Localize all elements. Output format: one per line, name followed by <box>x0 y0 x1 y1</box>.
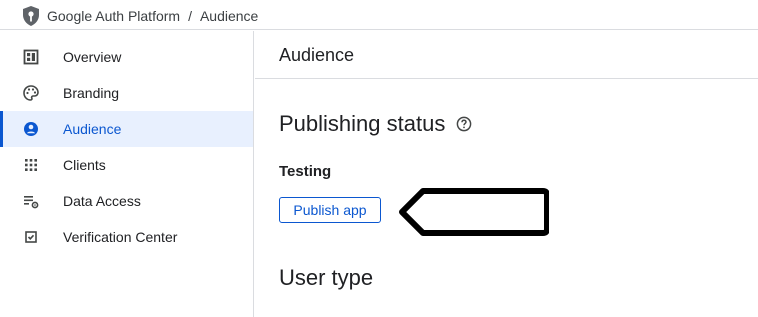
sidebar-item-label: Branding <box>63 85 120 101</box>
breadcrumb-app[interactable]: Google Auth Platform <box>47 8 180 24</box>
breadcrumb: Google Auth Platform / Audience <box>47 8 258 24</box>
main-content: Audience Publishing status Testing Publi… <box>255 31 758 317</box>
annotation-arrow <box>399 188 549 236</box>
sidebar-item-overview[interactable]: Overview <box>0 39 253 75</box>
user-type-title: User type <box>279 265 374 290</box>
sidebar-item-verification-center[interactable]: Verification Center <box>0 219 253 255</box>
help-icon[interactable] <box>456 116 472 132</box>
sidebar-item-label: Verification Center <box>63 229 178 245</box>
sidebar-item-data-access[interactable]: Data Access <box>0 183 253 219</box>
checkbox-icon <box>25 231 37 243</box>
shield-key-icon <box>23 6 39 26</box>
publish-app-button[interactable]: Publish app <box>279 197 381 223</box>
sidebar-item-label: Overview <box>63 49 122 65</box>
person-icon <box>24 122 38 136</box>
sidebar-item-label: Clients <box>63 157 106 173</box>
top-bar: Google Auth Platform / Audience <box>0 0 758 30</box>
breadcrumb-page: Audience <box>199 8 259 24</box>
page-title: Audience <box>279 45 355 65</box>
data-settings-icon <box>24 196 39 209</box>
main-header: Audience <box>255 31 758 79</box>
palette-icon <box>23 85 39 101</box>
sidebar: Overview Branding Audience Clients Data … <box>0 31 254 317</box>
dashboard-icon <box>23 49 39 65</box>
publishing-status-title: Publishing status <box>279 111 446 136</box>
sidebar-item-branding[interactable]: Branding <box>0 75 253 111</box>
sidebar-item-audience[interactable]: Audience <box>0 111 253 147</box>
active-indicator <box>0 111 3 147</box>
breadcrumb-separator: / <box>188 8 192 24</box>
apps-grid-icon <box>25 159 37 171</box>
sidebar-item-label: Audience <box>63 121 122 137</box>
publishing-status-value: Testing <box>279 163 332 180</box>
sidebar-item-clients[interactable]: Clients <box>0 147 253 183</box>
sidebar-item-label: Data Access <box>63 193 141 209</box>
